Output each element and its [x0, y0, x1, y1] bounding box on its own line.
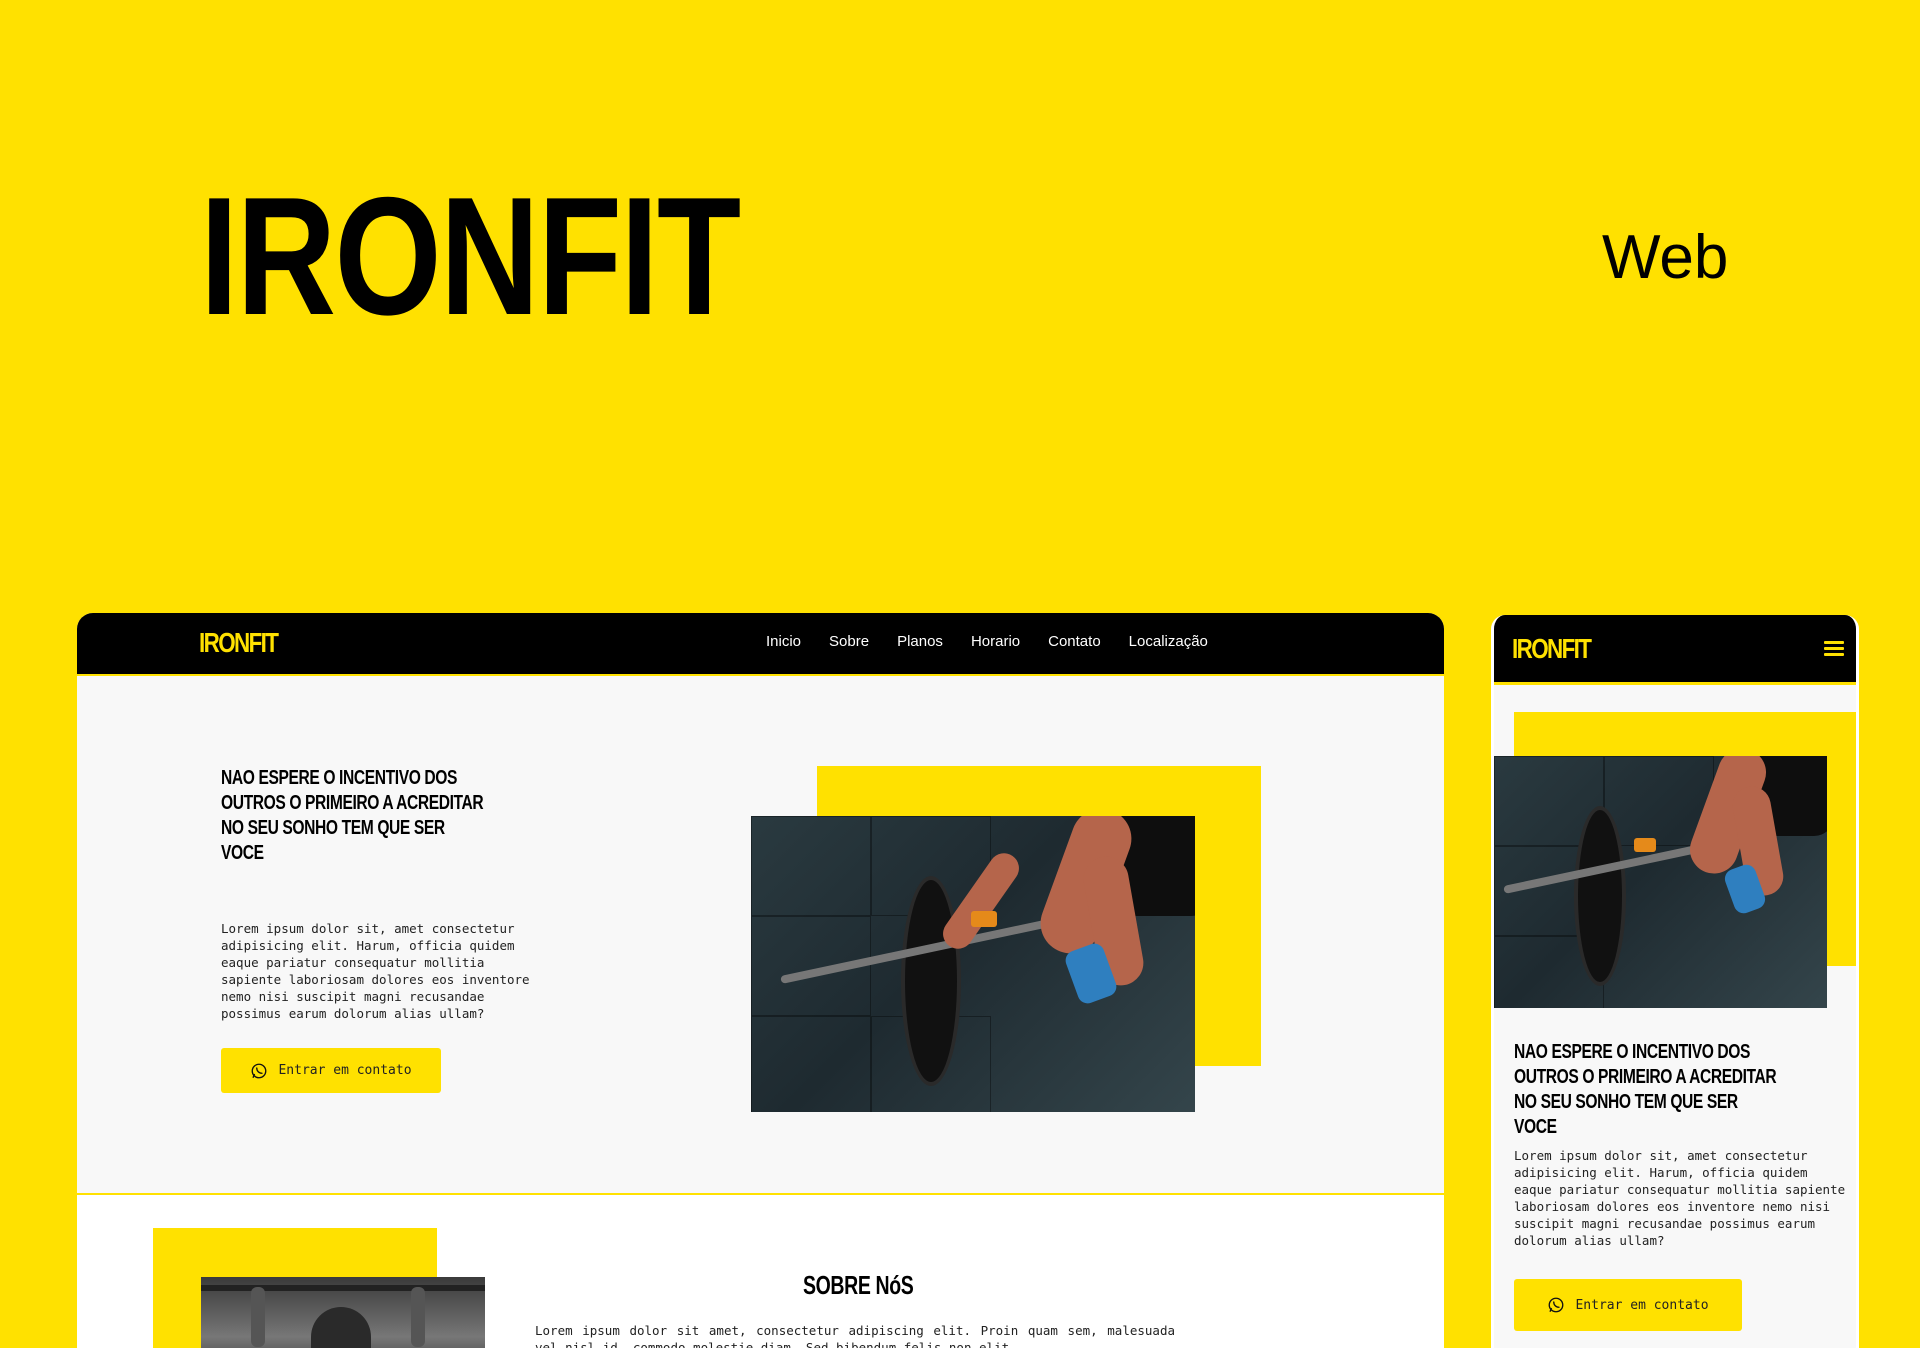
nav-item-horario[interactable]: Horario [971, 633, 1020, 650]
about-title: SOBRE NóS [803, 1270, 914, 1300]
mobile-contact-button[interactable]: Entrar em contato [1514, 1279, 1742, 1331]
desktop-hero-section: NAO ESPERE O INCENTIVO DOS OUTROS O PRIM… [77, 676, 1444, 1195]
desktop-mockup: IRONFIT Inicio Sobre Planos Horario Cont… [77, 613, 1444, 1348]
about-text: Lorem ipsum dolor sit amet, consectetur … [535, 1323, 1175, 1348]
hero-heading: NAO ESPERE O INCENTIVO DOS OUTROS O PRIM… [221, 767, 484, 864]
nav-item-localizacao[interactable]: Localização [1129, 633, 1208, 650]
contact-button-label: Entrar em contato [278, 1063, 412, 1078]
mobile-contact-button-label: Entrar em contato [1575, 1297, 1709, 1313]
mobile-mockup: IRONFIT NAO ESPERE O INCENTIVO DOS OUTRO… [1491, 615, 1859, 1348]
nav-item-planos[interactable]: Planos [897, 633, 943, 650]
mobile-hero-heading: NAO ESPERE O INCENTIVO DOS OUTROS O PRIM… [1514, 1041, 1777, 1138]
mobile-logo[interactable]: IRONFIT [1512, 633, 1592, 665]
whatsapp-icon [252, 1063, 267, 1078]
about-pullup-photo [201, 1277, 485, 1348]
showcase-title: IRONFIT [200, 162, 741, 350]
desktop-about-section: SOBRE NóS Lorem ipsum dolor sit amet, co… [77, 1195, 1444, 1348]
whatsapp-icon [1549, 1297, 1564, 1313]
mobile-hero-barbell-photo [1494, 756, 1827, 1008]
hero-barbell-photo [751, 816, 1195, 1112]
nav-item-inicio[interactable]: Inicio [766, 633, 801, 650]
hamburger-menu-icon[interactable] [1824, 641, 1844, 657]
desktop-logo[interactable]: IRONFIT [199, 627, 279, 659]
desktop-nav-menu: Inicio Sobre Planos Horario Contato Loca… [766, 633, 1208, 650]
desktop-navbar: IRONFIT Inicio Sobre Planos Horario Cont… [77, 613, 1444, 676]
nav-item-contato[interactable]: Contato [1048, 633, 1101, 650]
mobile-hero-text: Lorem ipsum dolor sit, amet consectetur … [1514, 1148, 1846, 1248]
contact-button[interactable]: Entrar em contato [221, 1048, 441, 1093]
showcase-platform-label: Web [1602, 223, 1729, 292]
mobile-navbar: IRONFIT [1494, 615, 1856, 685]
hero-text: Lorem ipsum dolor sit, amet consectetur … [221, 921, 530, 1021]
nav-item-sobre[interactable]: Sobre [829, 633, 869, 650]
